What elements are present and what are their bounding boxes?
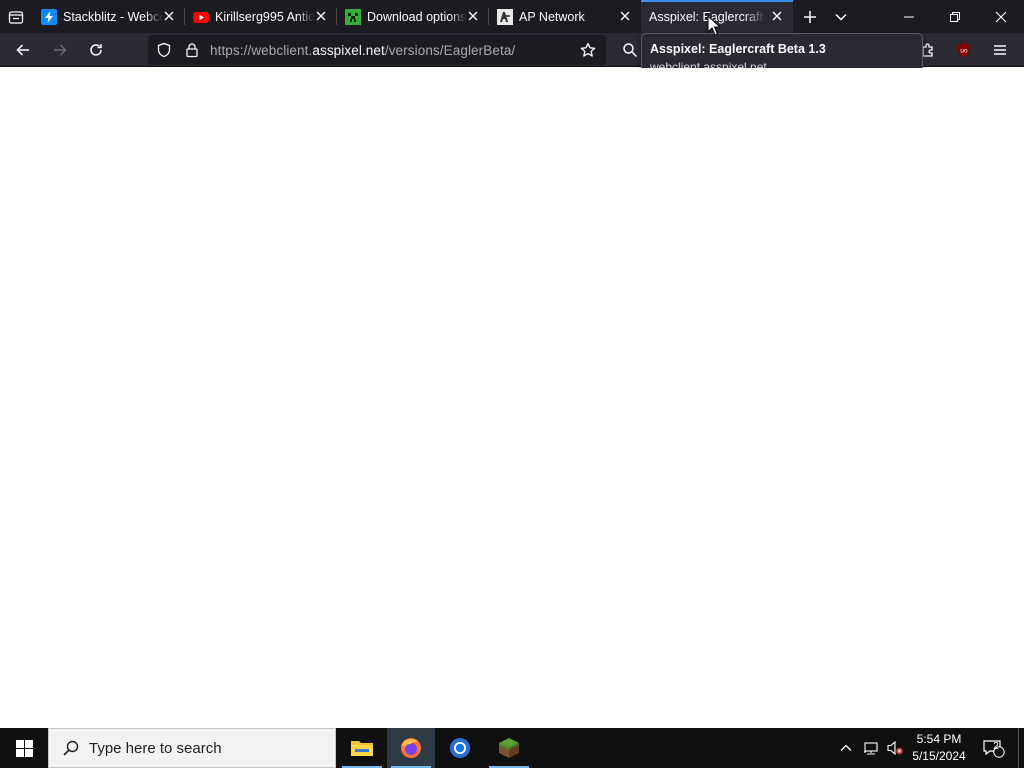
clock-date: 5/15/2024 [912, 749, 966, 763]
url-path: /versions/EaglerBeta/ [384, 43, 516, 58]
tab-youtube[interactable]: Kirillserg995 Anticheat [185, 0, 337, 33]
shield-icon[interactable] [156, 42, 172, 58]
chevron-down-icon [835, 13, 847, 21]
firefox-icon [401, 738, 421, 758]
volume-tray-button[interactable] [884, 728, 906, 768]
restore-button[interactable] [932, 0, 978, 33]
windows-taskbar: Type here to search 5:54 PM 5/15/2024 2 [0, 728, 1024, 768]
minimize-button[interactable] [886, 0, 932, 33]
clock-time: 5:54 PM [916, 732, 962, 746]
notification-count: 2 [993, 741, 999, 752]
close-icon[interactable] [313, 8, 329, 24]
chrome-icon [450, 738, 470, 758]
plus-icon [804, 11, 816, 23]
bookmark-star-icon[interactable] [580, 42, 596, 58]
ap-network-icon [497, 8, 513, 25]
tooltip-title: Asspixel: Eaglercraft Beta 1.3 [650, 42, 826, 56]
network-icon [864, 742, 878, 755]
minecraft-creeper-icon [345, 8, 361, 25]
url-bar[interactable]: https://webclient.asspixel.net/versions/… [148, 35, 606, 65]
search-icon [623, 43, 638, 58]
tab-label: Kirillserg995 Anticheat [215, 9, 315, 24]
show-desktop-button[interactable] [1018, 728, 1024, 768]
mouse-cursor-icon [707, 15, 721, 36]
url-text: https://webclient.asspixel.net/versions/… [210, 43, 515, 58]
close-icon[interactable] [161, 8, 177, 24]
taskbar-firefox[interactable] [387, 728, 435, 768]
ublock-origin-button[interactable]: uo [950, 36, 978, 64]
app-menu-button[interactable] [986, 36, 1014, 64]
taskbar-minecraft[interactable] [485, 728, 533, 768]
search-placeholder: Type here to search [89, 739, 222, 757]
new-tab-button[interactable] [797, 4, 823, 30]
close-icon[interactable] [769, 8, 785, 24]
stackblitz-icon [41, 8, 57, 25]
taskbar-search-box[interactable]: Type here to search [48, 728, 336, 768]
reload-button[interactable] [82, 36, 110, 64]
close-window-button[interactable] [978, 0, 1024, 33]
folder-icon [351, 741, 373, 756]
search-icon [61, 738, 81, 758]
taskbar-file-explorer[interactable] [338, 728, 386, 768]
reload-icon [90, 44, 102, 56]
hamburger-menu-icon [994, 45, 1006, 55]
firefox-view-button[interactable] [3, 4, 29, 30]
ublock-origin-icon: uo [958, 43, 970, 57]
tab-label: Download options [367, 9, 467, 24]
minimize-icon [904, 16, 914, 17]
taskbar-clock[interactable]: 5:54 PM 5/15/2024 [906, 731, 972, 765]
tab-label: AP Network [519, 9, 585, 24]
close-icon[interactable] [617, 8, 633, 24]
tab-label: Stackblitz - Webcont [63, 9, 163, 24]
show-hidden-icons-button[interactable] [836, 728, 856, 768]
forward-button[interactable] [46, 36, 74, 64]
close-icon[interactable] [465, 8, 481, 24]
url-domain: asspixel.net [312, 43, 385, 58]
url-prefix: https://webclient. [210, 43, 313, 58]
arrow-left-icon [16, 44, 29, 56]
arrow-right-icon [54, 44, 67, 56]
tab-ap-network[interactable]: AP Network [489, 0, 641, 33]
action-center-button[interactable]: 2 [978, 728, 1010, 768]
svg-text:uo: uo [960, 48, 968, 55]
network-tray-button[interactable] [860, 728, 882, 768]
tab-stackblitz[interactable]: Stackblitz - Webcont [33, 0, 185, 33]
volume-muted-icon [887, 740, 903, 756]
start-button[interactable] [0, 728, 48, 768]
taskbar-chrome[interactable] [436, 728, 484, 768]
search-button[interactable] [616, 36, 644, 64]
tab-strip: Stackblitz - Webcont Kirillserg995 Antic… [0, 0, 1024, 33]
minecraft-grass-block-icon [499, 738, 519, 758]
windows-logo-icon [15, 739, 33, 757]
lock-icon[interactable] [184, 42, 200, 58]
close-icon [995, 11, 1007, 22]
page-content[interactable] [0, 68, 1024, 728]
restore-icon [950, 11, 960, 22]
chevron-up-icon [840, 744, 852, 751]
list-all-tabs-button[interactable] [828, 4, 854, 30]
back-button[interactable] [9, 36, 37, 64]
youtube-icon [193, 9, 209, 25]
tab-download-options[interactable]: Download options [337, 0, 489, 33]
firefox-view-icon [8, 11, 24, 24]
